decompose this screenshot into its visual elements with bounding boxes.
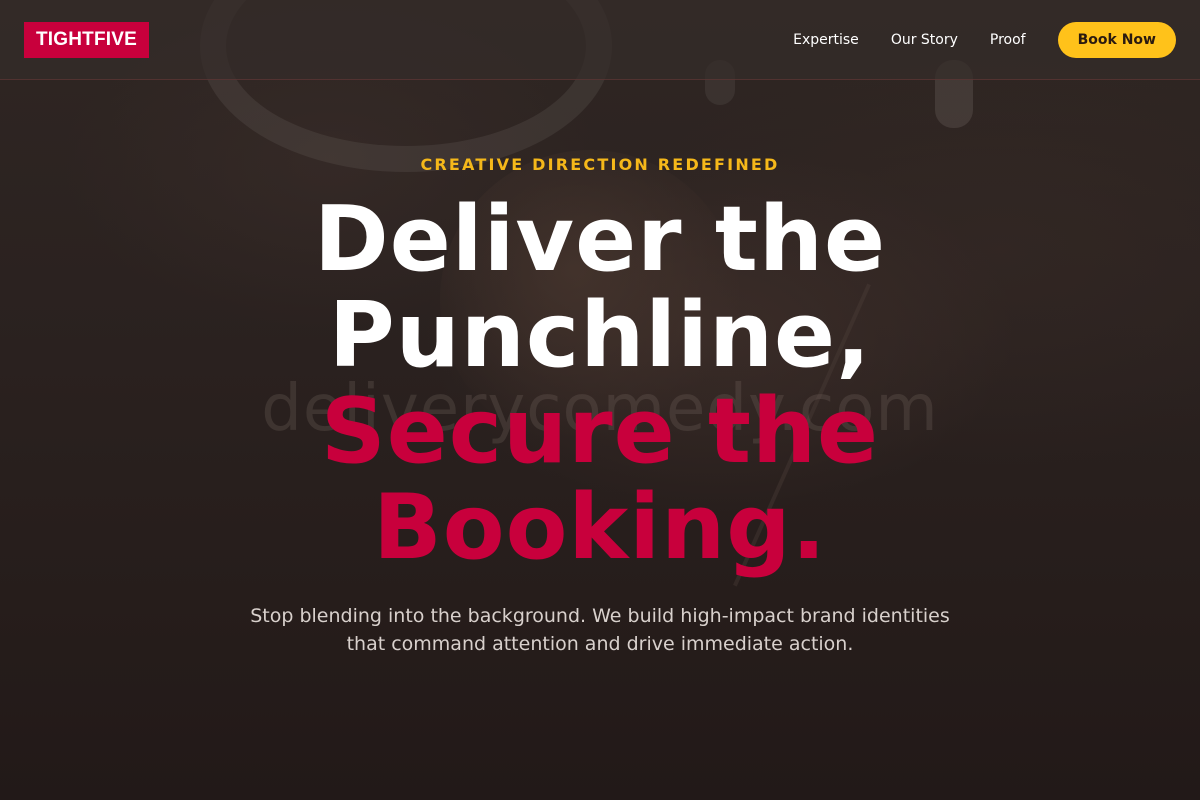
headline-line-2: Punchline, bbox=[328, 283, 872, 388]
brand-logo[interactable]: TIGHTFIVE bbox=[24, 22, 150, 58]
nav-link-expertise[interactable]: Expertise bbox=[793, 32, 859, 48]
hero-eyebrow: CREATIVE DIRECTION REDEFINED bbox=[420, 155, 780, 174]
headline-line-1: Deliver the bbox=[313, 187, 886, 292]
book-now-button[interactable]: Book Now bbox=[1057, 22, 1176, 58]
hero-headline: Deliver the Punchline, Secure the Bookin… bbox=[0, 192, 1200, 576]
site-header: TIGHTFIVE Expertise Our Story Proof Book… bbox=[0, 0, 1200, 80]
headline-line-3: Secure the bbox=[320, 379, 880, 484]
main-nav: Expertise Our Story Proof Book Now bbox=[793, 22, 1176, 58]
nav-link-our-story[interactable]: Our Story bbox=[891, 32, 958, 48]
nav-link-proof[interactable]: Proof bbox=[990, 32, 1026, 48]
landing-page: deliverycomedy.com TIGHTFIVE Expertise O… bbox=[0, 0, 1200, 800]
hero-subtext: Stop blending into the background. We bu… bbox=[250, 605, 950, 655]
headline-line-4: Booking. bbox=[373, 475, 827, 580]
